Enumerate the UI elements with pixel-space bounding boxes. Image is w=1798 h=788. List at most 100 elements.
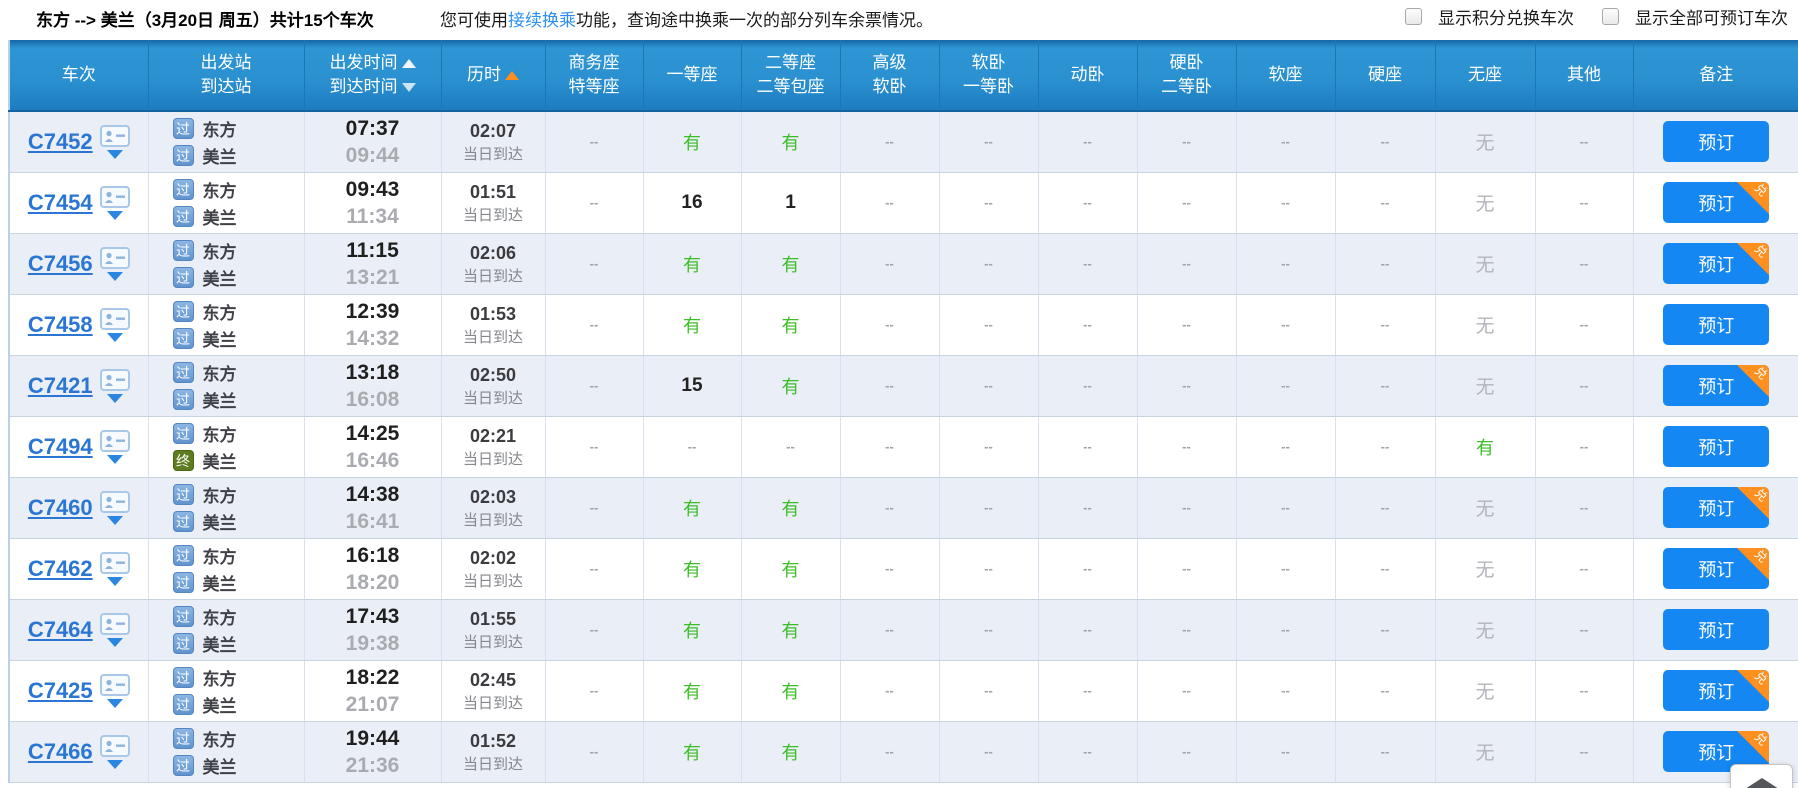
seat-hard-sleeper: -- xyxy=(1182,743,1191,759)
expand-arrow-icon[interactable] xyxy=(106,454,123,464)
arrive-day: 当日到达 xyxy=(462,633,523,651)
expand-arrow-icon[interactable] xyxy=(106,271,123,281)
checkbox-show-all-bookable[interactable] xyxy=(1602,8,1619,25)
expand-arrow-icon[interactable] xyxy=(106,759,123,769)
book-button[interactable]: 预订 兑 xyxy=(1663,548,1770,589)
train-link[interactable]: C7425 xyxy=(28,678,93,704)
seat-dong-sleeper: -- xyxy=(1083,499,1092,515)
seat-other: -- xyxy=(1579,621,1589,637)
book-button[interactable]: 预订 兑 xyxy=(1663,426,1770,467)
col-header-first-seat: 一等座 xyxy=(643,40,742,112)
from-station: 东方 xyxy=(202,730,237,750)
duration: 02:21 xyxy=(469,425,517,446)
train-table-body: C7452 过 东方 过 美兰 07:37 09:44 02:07 当日到达 -… xyxy=(9,111,1798,783)
sort-arrive-desc-icon[interactable] xyxy=(401,83,416,93)
book-button[interactable]: 预订 兑 xyxy=(1663,243,1770,284)
seat-hard-sleeper: -- xyxy=(1182,316,1191,332)
to-station: 美兰 xyxy=(202,513,237,533)
seat-first: 有 xyxy=(683,681,701,702)
book-button-label: 预订 xyxy=(1698,559,1735,580)
passenger-card-icon[interactable] xyxy=(99,490,130,513)
seat-soft-seat: -- xyxy=(1281,255,1290,271)
expand-arrow-icon[interactable] xyxy=(106,332,123,342)
passenger-card-icon[interactable] xyxy=(99,612,130,635)
from-station-badge: 过 xyxy=(172,605,194,627)
arrive-day: 当日到达 xyxy=(462,694,523,712)
table-row: C7452 过 东方 过 美兰 07:37 09:44 02:07 当日到达 -… xyxy=(9,111,1798,173)
seat-advanced-soft-sleeper: -- xyxy=(885,682,894,698)
col-header-hard-sleeper: 硬卧 二等卧 xyxy=(1137,40,1237,112)
arrive-day: 当日到达 xyxy=(462,206,523,224)
book-button[interactable]: 预订 兑 xyxy=(1663,487,1770,528)
train-link[interactable]: C7466 xyxy=(28,739,93,765)
topbar: 东方 --> 美兰（3月20日 周五）共计15个车次 您可使用接续换乘功能，查询… xyxy=(0,0,1798,40)
passenger-card-icon[interactable] xyxy=(99,368,130,391)
checkbox-show-redeem-trains[interactable] xyxy=(1405,8,1422,25)
expand-arrow-icon[interactable] xyxy=(106,515,123,525)
passenger-card-icon[interactable] xyxy=(99,551,130,574)
seat-soft-seat: -- xyxy=(1281,560,1290,576)
book-button[interactable]: 预订 兑 xyxy=(1663,182,1770,223)
passenger-card-icon[interactable] xyxy=(99,429,130,452)
sort-depart-asc-icon[interactable] xyxy=(401,59,416,69)
back-to-top-button[interactable] xyxy=(1730,764,1793,788)
sort-duration-asc-icon[interactable] xyxy=(505,71,519,81)
seat-soft-sleeper: -- xyxy=(984,438,993,454)
seat-hard-sleeper: -- xyxy=(1182,133,1191,149)
seat-other: -- xyxy=(1579,499,1589,515)
passenger-card-icon[interactable] xyxy=(99,307,130,330)
train-link[interactable]: C7421 xyxy=(28,373,93,399)
train-link[interactable]: C7452 xyxy=(28,129,93,155)
book-button[interactable]: 预订 兑 xyxy=(1663,121,1770,163)
seat-first: 有 xyxy=(683,132,701,153)
seat-business: -- xyxy=(589,377,599,393)
seat-business: -- xyxy=(589,499,599,515)
to-station: 美兰 xyxy=(202,269,237,289)
seat-first: 16 xyxy=(681,191,703,213)
expand-arrow-icon[interactable] xyxy=(106,393,123,403)
arrive-day: 当日到达 xyxy=(462,572,523,590)
transfer-link[interactable]: 接续换乘 xyxy=(508,11,576,30)
seat-soft-seat: -- xyxy=(1281,133,1290,149)
train-link[interactable]: C7454 xyxy=(28,190,93,216)
train-link[interactable]: C7460 xyxy=(28,495,93,521)
expand-arrow-icon[interactable] xyxy=(106,698,123,708)
expand-arrow-icon[interactable] xyxy=(106,210,123,220)
book-button[interactable]: 预订 兑 xyxy=(1663,609,1770,650)
from-station: 东方 xyxy=(202,425,237,445)
book-button[interactable]: 预订 兑 xyxy=(1663,365,1770,406)
passenger-card-icon[interactable] xyxy=(99,246,130,269)
passenger-card-icon[interactable] xyxy=(99,124,130,147)
book-button[interactable]: 预订 兑 xyxy=(1663,670,1770,711)
to-station-badge: 过 xyxy=(172,754,194,776)
seat-advanced-soft-sleeper: -- xyxy=(885,255,894,271)
depart-time: 12:39 xyxy=(345,299,400,323)
arrive-time: 21:07 xyxy=(345,692,400,716)
seat-first: 有 xyxy=(683,254,701,275)
train-link[interactable]: C7462 xyxy=(28,556,93,582)
to-station-badge: 终 xyxy=(172,449,194,471)
arrive-time: 19:38 xyxy=(345,631,400,655)
seat-other: -- xyxy=(1579,194,1589,210)
seat-other: -- xyxy=(1579,743,1589,759)
book-button-label: 预订 xyxy=(1698,498,1735,519)
expand-arrow-icon[interactable] xyxy=(106,149,123,159)
seat-dong-sleeper: -- xyxy=(1083,560,1092,576)
expand-arrow-icon[interactable] xyxy=(106,637,123,647)
depart-time: 19:44 xyxy=(345,726,400,750)
col-header-times[interactable]: 出发时间 到达时间 xyxy=(304,40,442,112)
seat-advanced-soft-sleeper: -- xyxy=(885,621,894,637)
passenger-card-icon[interactable] xyxy=(99,673,130,696)
train-link[interactable]: C7464 xyxy=(28,617,93,643)
seat-hard-sleeper: -- xyxy=(1182,255,1191,271)
train-link[interactable]: C7458 xyxy=(28,312,93,338)
expand-arrow-icon[interactable] xyxy=(106,576,123,586)
col-header-duration[interactable]: 历时 xyxy=(441,40,546,112)
from-station-badge: 过 xyxy=(172,422,194,444)
train-link[interactable]: C7494 xyxy=(28,434,93,460)
passenger-card-icon[interactable] xyxy=(99,734,130,757)
train-link[interactable]: C7456 xyxy=(28,251,93,277)
book-button-label: 预订 xyxy=(1698,376,1735,397)
book-button[interactable]: 预订 兑 xyxy=(1663,304,1770,345)
passenger-card-icon[interactable] xyxy=(99,185,130,208)
